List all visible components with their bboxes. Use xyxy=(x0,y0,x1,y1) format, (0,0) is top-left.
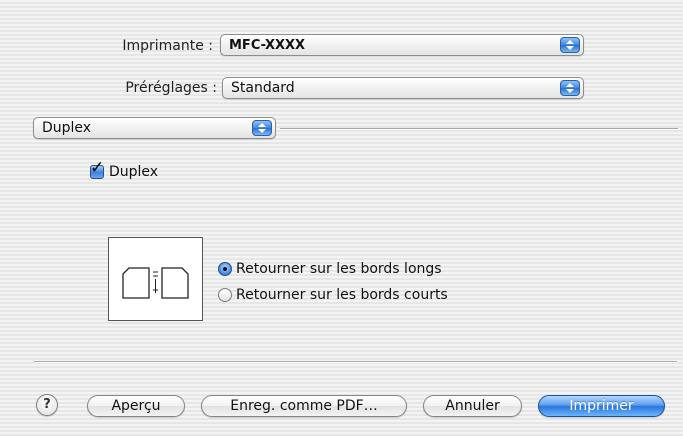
help-icon: ? xyxy=(43,397,51,412)
panel-popup-value: Duplex xyxy=(42,120,92,136)
preview-button[interactable]: Aperçu xyxy=(87,395,185,417)
popup-arrows-icon xyxy=(560,37,580,53)
panel-popup[interactable]: Duplex xyxy=(33,117,276,139)
popup-arrows-icon xyxy=(252,120,272,136)
duplex-checkbox[interactable]: ✓ xyxy=(90,160,104,179)
radio-long-edge-label[interactable]: Retourner sur les bords longs xyxy=(236,261,442,277)
presets-popup[interactable]: Standard xyxy=(222,77,584,99)
save-pdf-button[interactable]: Enreg. comme PDF… xyxy=(201,395,407,417)
help-button[interactable]: ? xyxy=(36,394,58,416)
panel-separator xyxy=(280,128,678,129)
radio-short-edge-label[interactable]: Retourner sur les bords courts xyxy=(236,287,448,303)
radio-long-edge[interactable] xyxy=(218,262,232,276)
checkmark-icon: ✓ xyxy=(90,158,105,178)
bottom-separator xyxy=(34,361,677,362)
cancel-button[interactable]: Annuler xyxy=(423,395,522,417)
presets-label: Préréglages : xyxy=(125,80,217,96)
duplex-checkbox-label[interactable]: Duplex xyxy=(109,164,158,180)
long-edge-binding-icon xyxy=(122,267,189,299)
radio-short-edge[interactable] xyxy=(218,288,232,302)
printer-popup[interactable]: MFC-XXXX xyxy=(220,34,584,56)
binding-preview xyxy=(108,237,203,321)
presets-popup-value: Standard xyxy=(231,80,295,96)
print-button[interactable]: Imprimer xyxy=(538,395,665,417)
printer-label: Imprimante : xyxy=(122,38,213,54)
popup-arrows-icon xyxy=(560,80,580,96)
printer-popup-value: MFC-XXXX xyxy=(229,38,306,53)
